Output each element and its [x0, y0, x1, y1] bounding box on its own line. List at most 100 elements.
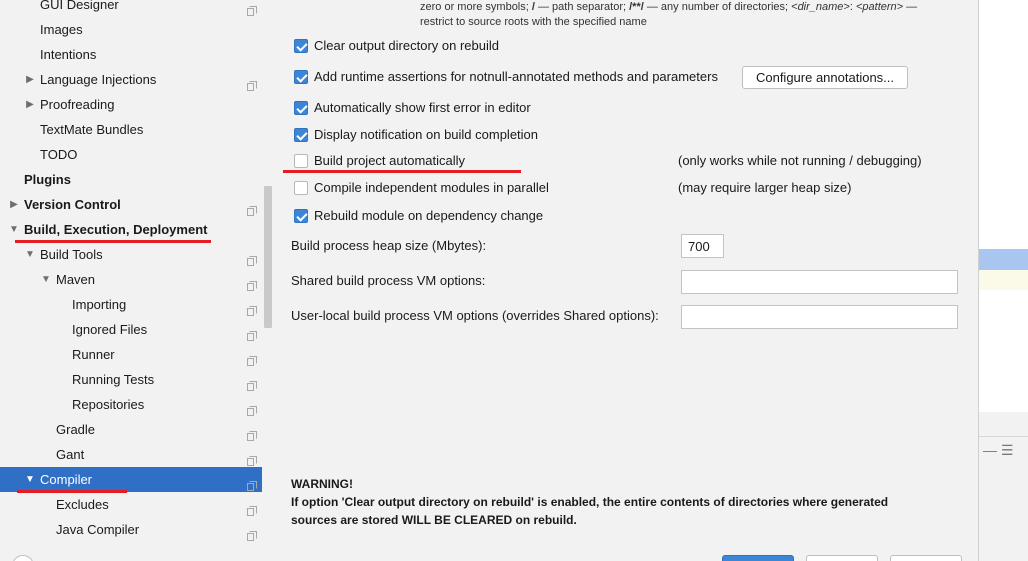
sidebar-item-compiler[interactable]: ▼ Compiler: [0, 467, 262, 492]
sidebar-item-maven[interactable]: ▼ Maven: [0, 267, 262, 292]
project-settings-copy-icon: [247, 74, 257, 91]
sidebar-item-plugins[interactable]: Plugins: [0, 167, 262, 192]
desc-text: restrict to source roots with the specif…: [420, 16, 647, 28]
shared-vm-options-label: Shared build process VM options:: [291, 273, 486, 288]
sidebar-item-version-control[interactable]: ▶ Version Control: [0, 192, 262, 217]
expand-arrow-down-icon[interactable]: ▼: [24, 242, 36, 267]
project-settings-copy-icon: [247, 199, 257, 216]
sidebar-item-label: TextMate Bundles: [40, 122, 144, 137]
cancel-button[interactable]: [806, 555, 878, 561]
option-label[interactable]: Clear output directory on rebuild: [314, 35, 499, 57]
sidebar-item-importing[interactable]: Importing: [0, 292, 262, 317]
resource-patterns-description: zero or more symbols; / — path separator…: [420, 0, 980, 30]
sidebar-item-runner[interactable]: Runner: [0, 342, 262, 367]
sidebar-item-language-injections[interactable]: ▶ Language Injections: [0, 67, 262, 92]
sidebar-item-label: Ignored Files: [72, 322, 148, 337]
desc-text: zero or more symbols;: [420, 1, 532, 13]
annotation-underline-compiler: [17, 490, 127, 493]
annotation-underline-build-execution: [15, 240, 211, 243]
option-label[interactable]: Add runtime assertions for notnull-annot…: [314, 66, 718, 88]
sidebar-item-label: Proofreading: [40, 97, 115, 112]
sidebar-item-build-tools[interactable]: ▼ Build Tools: [0, 242, 262, 267]
option-label[interactable]: Build project automatically: [314, 150, 465, 172]
checkbox-checked[interactable]: [294, 101, 308, 115]
shared-vm-options-input[interactable]: [681, 270, 958, 294]
sidebar-item-label: Java Compiler: [56, 522, 140, 537]
desc-text: — any number of directories;: [643, 1, 792, 13]
option-label[interactable]: Automatically show first error in editor: [314, 97, 531, 119]
warning-text: sources are stored WILL BE CLEARED on re…: [291, 513, 577, 527]
sidebar-item-label: Gradle: [56, 422, 96, 437]
sidebar-item-running-tests[interactable]: Running Tests: [0, 367, 262, 392]
tool-window-controls[interactable]: — ☰: [983, 439, 1028, 461]
warning-title: WARNING!: [291, 477, 353, 491]
sidebar-item-proofreading[interactable]: ▶ Proofreading: [0, 92, 262, 117]
checkbox-checked[interactable]: [294, 128, 308, 142]
settings-tree: GUI Designer Images Intentions ▶ Language In…: [0, 0, 262, 561]
sidebar-item-gradle[interactable]: Gradle: [0, 417, 262, 442]
tool-window-area: [979, 412, 1028, 561]
sidebar-item-ignored-files[interactable]: Ignored Files: [0, 317, 262, 342]
expand-arrow-down-icon[interactable]: ▼: [8, 217, 20, 242]
sidebar-item-label: Build, Execution, Deployment: [24, 222, 208, 237]
checkbox-unchecked[interactable]: [294, 181, 308, 195]
sidebar-item-label: Images: [40, 22, 83, 37]
sidebar-item-label: Excludes: [56, 497, 109, 512]
option-note: (may require larger heap size): [678, 180, 852, 195]
sidebar-item-todo[interactable]: TODO: [0, 142, 262, 167]
option-note: (only works while not running / debuggin…: [678, 153, 922, 168]
checkbox-checked[interactable]: [294, 70, 308, 84]
sidebar-item-excludes[interactable]: Excludes: [0, 492, 262, 517]
apply-button[interactable]: [890, 555, 962, 561]
desc-text: <pattern>: [855, 1, 904, 13]
configure-annotations-button[interactable]: Configure annotations...: [742, 66, 908, 89]
sidebar-item-java-compiler[interactable]: Java Compiler: [0, 517, 262, 542]
user-vm-options-input[interactable]: [681, 305, 958, 329]
sidebar-item-images[interactable]: Images: [0, 17, 262, 42]
expand-arrow-right-icon[interactable]: ▶: [24, 92, 36, 117]
expand-arrow-down-icon[interactable]: ▼: [40, 267, 52, 292]
sidebar-item-label: TODO: [40, 147, 78, 162]
project-settings-copy-icon: [247, 324, 257, 341]
heap-size-input[interactable]: [681, 234, 724, 258]
sidebar-item-repositories[interactable]: Repositories: [0, 392, 262, 417]
sidebar-item-label: Running Tests: [72, 372, 155, 387]
sidebar-item-intentions[interactable]: Intentions: [0, 42, 262, 67]
option-label[interactable]: Compile independent modules in parallel: [314, 177, 549, 199]
sidebar-item-label: Importing: [72, 297, 127, 312]
checkbox-unchecked[interactable]: [294, 154, 308, 168]
desc-text: —: [903, 1, 918, 13]
rebuild-warning: WARNING! If option 'Clear output directo…: [291, 475, 971, 529]
checkbox-checked[interactable]: [294, 209, 308, 223]
sidebar-item-gui-designer[interactable]: GUI Designer: [0, 0, 262, 17]
expand-arrow-right-icon[interactable]: ▶: [24, 67, 36, 92]
project-settings-copy-icon: [247, 449, 257, 466]
expand-arrow-right-icon[interactable]: ▶: [8, 192, 20, 217]
editor-selection-highlight: [979, 249, 1028, 270]
sidebar-item-label: Language Injections: [40, 72, 157, 87]
sidebar-scroll-thumb[interactable]: [264, 186, 272, 328]
ok-button[interactable]: [722, 555, 794, 561]
heap-size-label: Build process heap size (Mbytes):: [291, 238, 487, 253]
sidebar-item-textmate-bundles[interactable]: TextMate Bundles: [0, 117, 262, 142]
sidebar-item-label: Compiler: [40, 472, 93, 487]
sidebar-item-build-execution-deployment[interactable]: ▼ Build, Execution, Deployment: [0, 217, 262, 242]
checkbox-checked[interactable]: [294, 39, 308, 53]
project-settings-copy-icon: [247, 424, 257, 441]
project-settings-copy-icon: [247, 474, 257, 491]
annotation-underline-build-automatically: [283, 170, 521, 173]
desc-text: <dir_name>: [791, 1, 850, 13]
sidebar-item-gant[interactable]: Gant: [0, 442, 262, 467]
sidebar-item-label: Version Control: [24, 197, 121, 212]
project-settings-copy-icon: [247, 499, 257, 516]
sidebar-item-label: Runner: [72, 347, 115, 362]
option-label[interactable]: Rebuild module on dependency change: [314, 205, 543, 227]
project-settings-copy-icon: [247, 0, 257, 16]
option-label[interactable]: Display notification on build completion: [314, 124, 538, 146]
project-settings-copy-icon: [247, 374, 257, 391]
desc-text: :: [849, 1, 853, 13]
desc-text: — path separator;: [534, 1, 630, 13]
user-vm-options-label: User-local build process VM options (ove…: [291, 308, 659, 323]
expand-arrow-down-icon[interactable]: ▼: [24, 467, 36, 492]
sidebar-item-label: Repositories: [72, 397, 145, 412]
